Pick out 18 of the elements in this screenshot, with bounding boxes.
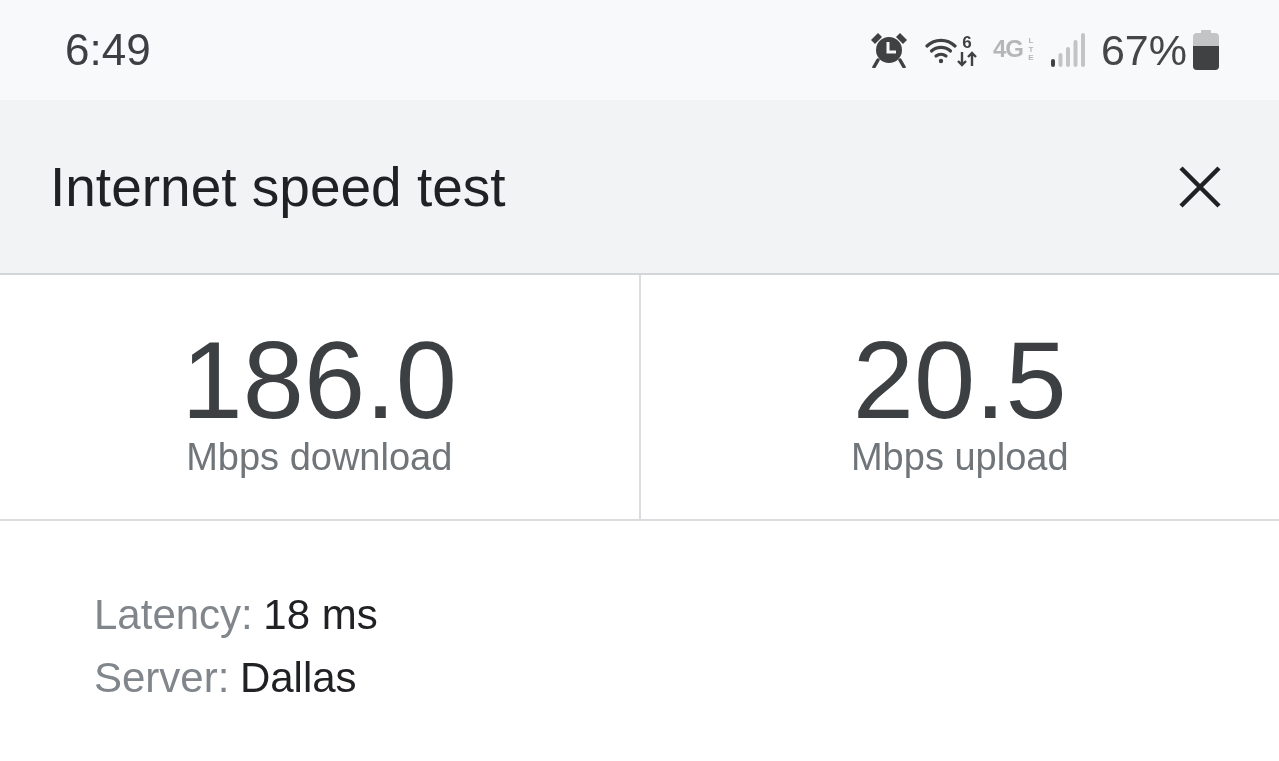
transfer-arrows-icon [956, 50, 977, 67]
dialog-title: Internet speed test [50, 154, 506, 220]
wifi-generation-label: 6 [962, 33, 972, 51]
detail-value: 18 ms [263, 590, 378, 640]
clock-time: 6:49 [65, 28, 151, 72]
battery-percent: 67% [1100, 28, 1187, 72]
detail-value: Dallas [239, 653, 357, 703]
close-icon [1179, 165, 1221, 208]
network-type-label: 4G [992, 36, 1023, 61]
detail-label: Latency: [94, 590, 253, 640]
battery-icon [1193, 30, 1219, 70]
detail-label: Server: [94, 653, 230, 703]
speed-value: 186.0 [181, 325, 457, 436]
speed-unit-label: Mbps download [186, 437, 453, 479]
speed-unit-label: Mbps upload [850, 437, 1069, 479]
network-subtype-label: LTE [1027, 36, 1035, 64]
speed-value: 20.5 [852, 325, 1067, 436]
signal-bars-icon [1050, 33, 1085, 67]
